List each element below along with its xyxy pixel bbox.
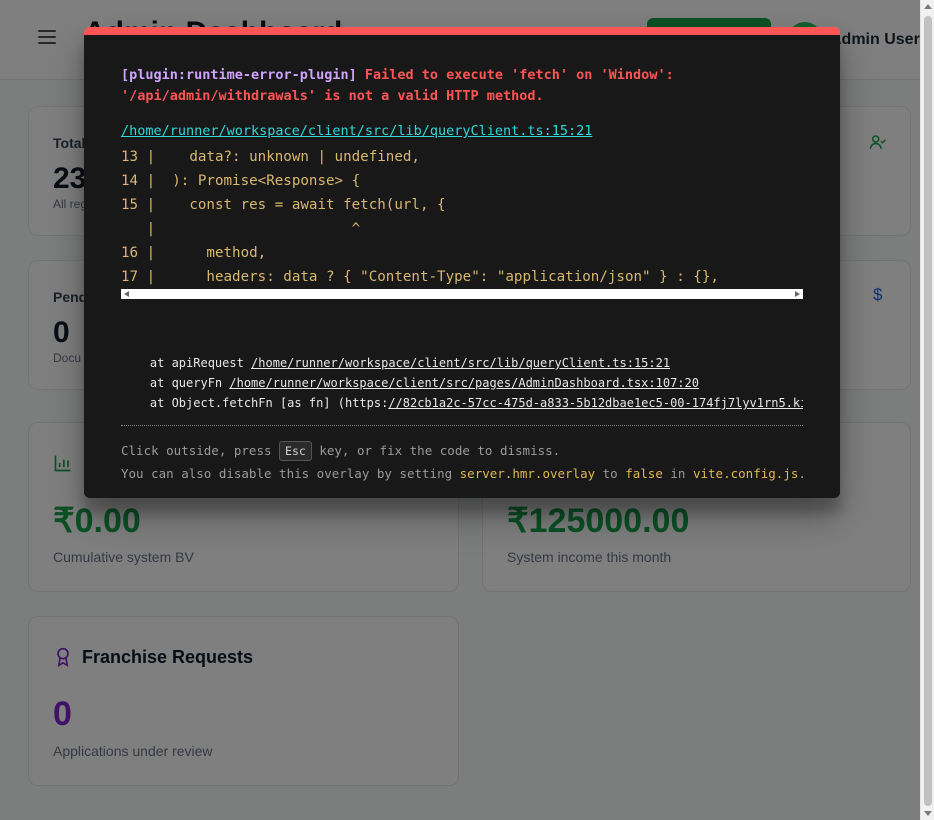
code-line: 13 | data?: unknown | undefined, xyxy=(121,149,420,165)
config-file: vite.config.js xyxy=(692,466,799,481)
scroll-left-icon[interactable] xyxy=(124,291,129,297)
error-overlay: [plugin:runtime-error-plugin] Failed to … xyxy=(84,27,840,498)
stack-trace: at apiRequest /home/runner/workspace/cli… xyxy=(121,353,803,413)
error-file-link[interactable]: /home/runner/workspace/client/src/lib/qu… xyxy=(121,123,592,139)
stack-prefix: at Object.fetchFn [as fn] (https: xyxy=(121,396,389,410)
divider xyxy=(121,425,803,426)
config-value: false xyxy=(625,466,663,481)
stack-location-link[interactable]: /home/runner/workspace/client/src/pages/… xyxy=(229,376,699,390)
error-text-1: Failed to execute 'fetch' on 'Window': xyxy=(364,67,674,83)
stack-prefix: at queryFn xyxy=(121,376,230,390)
plugin-name: [plugin:runtime-error-plugin] xyxy=(121,67,357,83)
tip-text: You can also disable this overlay by set… xyxy=(121,466,460,481)
code-horizontal-scrollbar[interactable] xyxy=(121,289,803,299)
stack-line: at apiRequest /home/runner/workspace/cli… xyxy=(121,353,803,373)
scroll-thumb[interactable] xyxy=(924,16,932,806)
tip-text: key, or fix the code to dismiss. xyxy=(311,443,561,458)
scroll-down-icon[interactable] xyxy=(924,811,932,816)
code-frame: 13 | data?: unknown | undefined, 14 | ):… xyxy=(121,145,803,288)
code-line: | ^ xyxy=(121,221,361,237)
code-line: 16 | method, xyxy=(121,245,267,261)
scroll-right-icon[interactable] xyxy=(795,291,800,297)
tip-text: to xyxy=(595,466,626,481)
stack-location-link[interactable]: //82cb1a2c-57cc-475d-a833-5b12dbae1ec5-0… xyxy=(388,396,803,410)
scroll-up-icon[interactable] xyxy=(924,4,932,9)
stack-line: at queryFn /home/runner/workspace/client… xyxy=(121,373,803,393)
code-line: 14 | ): Promise<Response> { xyxy=(121,173,361,189)
stack-location-link[interactable]: /home/runner/workspace/client/src/lib/qu… xyxy=(251,356,670,370)
error-message: [plugin:runtime-error-plugin] Failed to … xyxy=(121,65,811,107)
tip-text: Click outside, press xyxy=(121,443,280,458)
code-line: 15 | const res = await fetch(url, { xyxy=(121,197,446,213)
stack-line: at Object.fetchFn [as fn] (https://82cb1… xyxy=(121,393,803,413)
tip-text: in xyxy=(662,466,693,481)
overlay-tip: Click outside, press Esc key, or fix the… xyxy=(121,439,806,485)
esc-key: Esc xyxy=(279,441,312,461)
stack-prefix: at apiRequest xyxy=(121,356,252,370)
tip-text: . xyxy=(798,466,806,481)
error-text-2: '/api/admin/withdrawals' is not a valid … xyxy=(121,88,544,104)
config-option: server.hmr.overlay xyxy=(459,466,596,481)
code-line: 17 | headers: data ? { "Content-Type": "… xyxy=(121,269,719,285)
vertical-scrollbar[interactable] xyxy=(920,0,934,820)
